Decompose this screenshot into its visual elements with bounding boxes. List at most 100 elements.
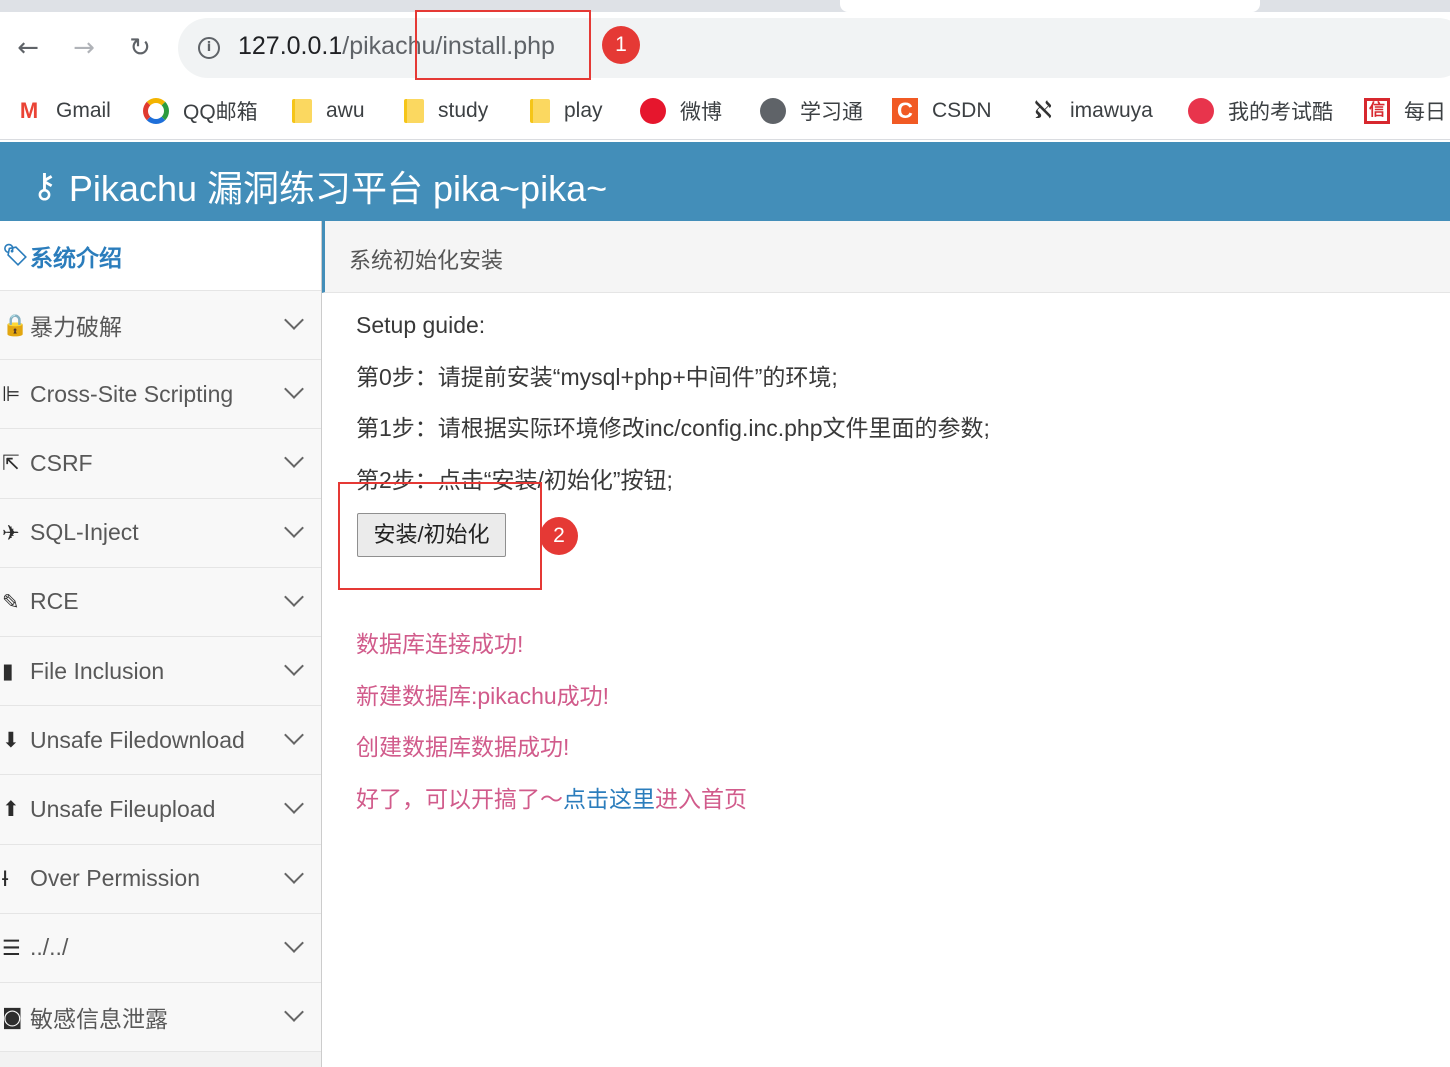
install-messages: 数据库连接成功! 新建数据库:pikachu成功! 创建数据库数据成功! 好了，… — [356, 626, 747, 832]
sidebar-item-rce[interactable]: ✎ RCE — [0, 567, 321, 637]
brand-title: Pikachu 漏洞练习平台 pika~pika~ — [68, 168, 608, 209]
bookmark-label: awu — [326, 99, 365, 122]
brand-link[interactable]: ⚷ Pikachu 漏洞练习平台 pika~pika~ — [32, 160, 607, 212]
chevron-down-icon — [284, 586, 304, 607]
bookmark-label: 每日 — [1404, 101, 1446, 124]
tags-icon: 🏷 — [2, 243, 29, 267]
sidebar-item-unsafe-fileupload[interactable]: ⬆ Unsafe Fileupload — [0, 775, 321, 845]
sidebar-item-label: ../../ — [30, 934, 69, 961]
site-info-icon[interactable]: i — [198, 37, 220, 59]
chevron-down-icon — [284, 863, 304, 884]
annotation-badge-2: 2 — [540, 517, 578, 555]
camera-icon: ◙ — [2, 1004, 23, 1029]
chevron-down-icon — [284, 310, 304, 330]
bookmark-label: 微博 — [680, 101, 722, 124]
sidebar-item-label: 系统介绍 — [30, 244, 122, 271]
chevron-down-icon — [284, 379, 304, 400]
upload-icon: ⬆ — [2, 797, 20, 822]
bookmark-label: study — [438, 99, 489, 122]
key-icon: ⚷ — [32, 166, 57, 206]
imawuya-icon: ℵ — [1034, 97, 1052, 124]
address-bar[interactable]: i 127.0.0.1/pikachu/install.php — [178, 18, 1450, 78]
sitemap-icon: ⊫ — [2, 382, 21, 407]
sidebar-item-label: Cross-Site Scripting — [30, 380, 234, 407]
sidebar-item-intro[interactable]: 🏷 系统介绍 — [0, 221, 321, 291]
chevron-down-icon — [284, 794, 304, 815]
message-db-connected: 数据库连接成功! — [356, 631, 524, 657]
lock-icon: 🔒 — [2, 312, 29, 337]
sidebar-item-label: Unsafe Fileupload — [30, 795, 216, 822]
bookmarks-bar: M Gmail QQ邮箱 awu study play 微博 学习通 C CSD… — [0, 84, 1450, 140]
file-icon: ▮ — [2, 659, 14, 684]
bookmark-gmail[interactable]: M Gmail — [16, 96, 111, 126]
final-prefix: 好了，可以开搞了～ — [356, 785, 563, 812]
active-tab[interactable] — [840, 0, 1260, 12]
sidebar-item-info-leak[interactable]: ◙ 敏感信息泄露 — [0, 982, 321, 1053]
breadcrumb: 系统初始化安装 — [322, 221, 1450, 293]
plane-icon: ✈ — [2, 520, 20, 545]
sidebar: 🏷 系统介绍 🔒 暴力破解 ⊫ Cross-Site Scripting ⇱ C… — [0, 221, 322, 1067]
chevron-down-icon — [284, 656, 304, 676]
step-0: 第0步：请提前安装“mysql+php+中间件”的环境; — [356, 363, 838, 390]
weibo-icon — [640, 98, 666, 124]
sidebar-item-xss[interactable]: ⊫ Cross-Site Scripting — [0, 360, 321, 430]
chevron-down-icon — [284, 1001, 304, 1022]
sidebar-item-unsafe-filedownload[interactable]: ⬇ Unsafe Filedownload — [0, 706, 321, 776]
sidebar-item-label: File Inclusion — [30, 657, 165, 684]
csdn-icon: C — [892, 98, 918, 124]
message-data-created: 创建数据库数据成功! — [356, 734, 570, 760]
step-1: 第1步：请根据实际环境修改inc/config.inc.php文件里面的参数; — [356, 415, 990, 441]
exam-icon — [1188, 98, 1214, 124]
bookmark-label: play — [564, 99, 603, 122]
sidebar-item-sqli[interactable]: ✈ SQL-Inject — [0, 498, 321, 568]
share-icon: ⇱ — [2, 451, 20, 476]
sidebar-item-over-permission[interactable]: Ɨ Over Permission — [0, 844, 321, 914]
bookmark-label: imawuya — [1070, 99, 1153, 122]
chevron-down-icon — [284, 448, 304, 469]
folder-icon — [530, 99, 550, 123]
guide-title: Setup guide: — [356, 312, 486, 338]
pencil-icon: ✎ — [2, 589, 20, 614]
bookmark-imawuya[interactable]: ℵ imawuya — [1030, 96, 1153, 126]
bookmark-xuexitong[interactable]: 学习通 — [760, 96, 863, 126]
bookmark-awu[interactable]: awu — [292, 96, 365, 126]
home-link[interactable]: 点击这里 — [563, 786, 655, 812]
annotation-badge-1: 1 — [602, 26, 640, 64]
bookmark-study[interactable]: study — [404, 96, 488, 126]
final-suffix: 进入首页 — [655, 785, 747, 812]
tab-strip — [0, 0, 1450, 12]
site-navbar: ⚷ Pikachu 漏洞练习平台 pika~pika~ — [0, 142, 1450, 221]
bookmark-exam[interactable]: 我的考试酷 — [1188, 96, 1333, 126]
breadcrumb-current: 系统初始化安装 — [349, 248, 504, 273]
sidebar-item-label: Unsafe Filedownload — [30, 726, 245, 753]
align-left-icon: ☰ — [2, 935, 21, 960]
folder-icon — [292, 99, 312, 123]
text-height-icon: Ɨ — [2, 866, 9, 891]
sidebar-item-csrf[interactable]: ⇱ CSRF — [0, 429, 321, 499]
bookmark-weibo[interactable]: 微博 — [640, 96, 722, 126]
annotation-box-button — [338, 482, 542, 590]
bookmark-label: Gmail — [56, 99, 111, 122]
bookmark-play[interactable]: play — [530, 96, 603, 126]
globe-icon — [760, 98, 786, 124]
download-icon: ⬇ — [2, 728, 20, 753]
annotation-box-url — [415, 10, 591, 80]
sidebar-item-brute-force[interactable]: 🔒 暴力破解 — [0, 291, 321, 361]
qq-mail-icon — [143, 98, 169, 124]
sidebar-item-file-inclusion[interactable]: ▮ File Inclusion — [0, 636, 321, 707]
sidebar-item-label: CSRF — [30, 449, 93, 476]
bookmark-csdn[interactable]: C CSDN — [892, 96, 992, 126]
bookmark-label: CSDN — [932, 99, 992, 122]
gmail-icon: M — [19, 98, 39, 123]
bookmark-label: 学习通 — [800, 101, 863, 124]
forward-arrow-icon[interactable]: → — [70, 34, 98, 62]
bookmark-label: QQ邮箱 — [183, 101, 258, 124]
chevron-down-icon — [284, 725, 304, 746]
bookmark-qq-mail[interactable]: QQ邮箱 — [143, 96, 258, 126]
sidebar-item-dir-traversal[interactable]: ☰ ../../ — [0, 913, 321, 983]
back-arrow-icon[interactable]: ← — [14, 34, 42, 62]
bookmark-daily[interactable]: 信 每日 — [1364, 96, 1446, 126]
sidebar-item-label: 敏感信息泄露 — [30, 1005, 168, 1032]
sidebar-item-label: Over Permission — [30, 865, 200, 892]
reload-icon[interactable]: ↻ — [126, 34, 154, 62]
